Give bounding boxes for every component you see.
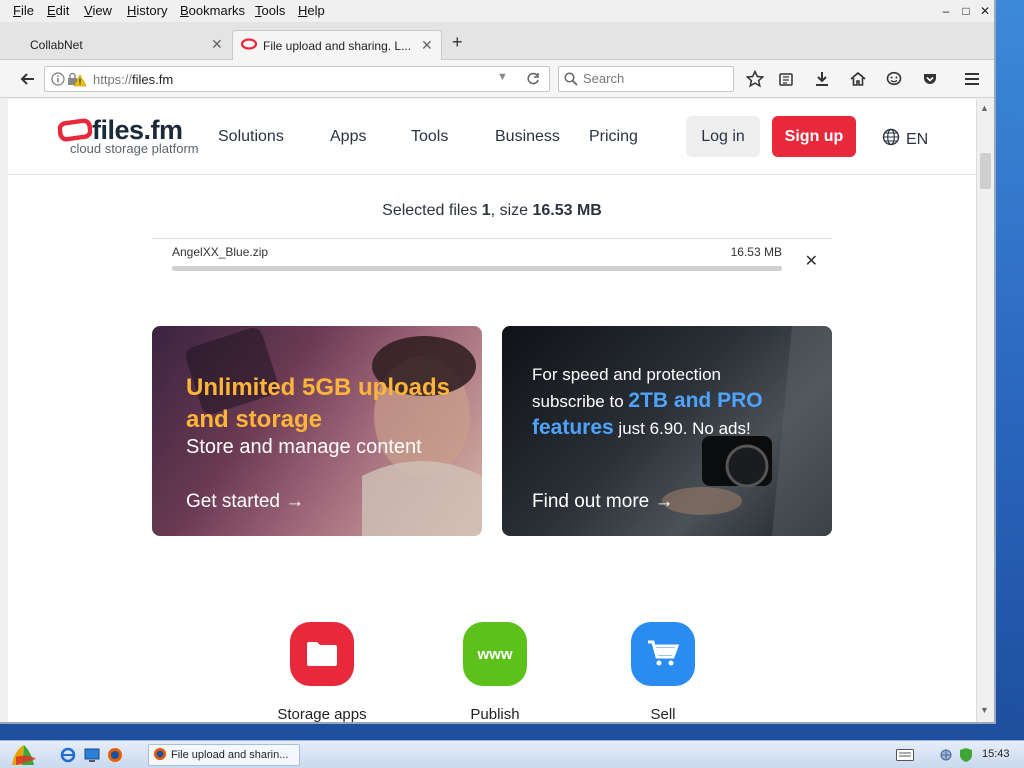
- menu-bar: File Edit View History Bookmarks Tools H…: [0, 0, 994, 22]
- tab-strip: CollabNet ✕ File upload and sharing. L..…: [0, 22, 994, 60]
- downloads-icon[interactable]: [811, 68, 833, 90]
- www-icon[interactable]: www: [463, 622, 527, 686]
- nav-business[interactable]: Business: [495, 128, 560, 146]
- cart-icon[interactable]: [631, 622, 695, 686]
- security-shield-icon[interactable]: [958, 747, 974, 768]
- taskbar-task-label: File upload and sharin...: [171, 749, 289, 761]
- promo-headline: Unlimited 5GB uploads and storage: [186, 374, 451, 433]
- minimize-icon[interactable]: –: [938, 4, 954, 18]
- new-tab-icon[interactable]: +: [452, 32, 463, 53]
- file-size: 16.53 MB: [730, 245, 782, 259]
- language-label: EN: [906, 130, 929, 148]
- taskbar: File upload and sharin... 15:43: [0, 740, 1024, 768]
- upload-progress-bar: [172, 266, 782, 271]
- tab-close-icon[interactable]: ✕: [421, 37, 433, 54]
- tab-files-fm[interactable]: File upload and sharing. L... ✕: [232, 30, 442, 60]
- tab-label: CollabNet: [30, 38, 83, 52]
- get-started-link[interactable]: Get started →: [186, 491, 304, 513]
- globe-icon: [882, 128, 900, 151]
- internet-explorer-icon[interactable]: [60, 747, 76, 768]
- menu-tools[interactable]: Tools: [255, 3, 285, 18]
- arrow-right-icon: →: [654, 491, 674, 512]
- nav-tools[interactable]: Tools: [411, 128, 448, 146]
- nav-apps[interactable]: Apps: [330, 128, 366, 146]
- nav-solutions[interactable]: Solutions: [218, 128, 284, 146]
- menu-hamburger-icon[interactable]: [961, 68, 983, 90]
- vertical-scrollbar[interactable]: ▲ ▼: [976, 99, 994, 722]
- url-dropdown-icon[interactable]: ▼: [497, 71, 508, 83]
- promo-card-pro[interactable]: For speed and protection subscribe to 2T…: [502, 326, 832, 536]
- home-icon[interactable]: [847, 68, 869, 90]
- feature-label: Publish: [470, 706, 520, 722]
- menu-bookmarks[interactable]: Bookmarks: [180, 3, 245, 18]
- find-out-more-link[interactable]: Find out more →: [532, 491, 674, 513]
- feature-storage-apps[interactable]: Storage apps: [252, 622, 392, 722]
- remove-file-icon[interactable]: ✕: [805, 251, 818, 271]
- show-desktop-icon[interactable]: [84, 747, 100, 768]
- browser-window: File Edit View History Bookmarks Tools H…: [0, 0, 996, 724]
- scrollbar-thumb[interactable]: [980, 153, 991, 189]
- signup-button[interactable]: Sign up: [772, 116, 856, 157]
- files-fm-favicon-icon: [240, 38, 258, 50]
- folder-icon[interactable]: [290, 622, 354, 686]
- bookmark-star-icon[interactable]: [744, 68, 766, 90]
- selected-files-summary: Selected files 1, size 16.53 MB: [382, 202, 602, 219]
- search-bar[interactable]: [558, 66, 734, 92]
- promo-subtitle: Store and manage content: [186, 436, 422, 458]
- navigation-bar: https://files.fm ▼: [0, 60, 994, 98]
- insecure-lock-warning-icon[interactable]: [67, 71, 87, 92]
- file-name: AngelXX_Blue.zip: [172, 245, 269, 259]
- menu-edit[interactable]: Edit: [47, 3, 69, 18]
- keyboard-icon[interactable]: [896, 748, 914, 766]
- start-button-icon[interactable]: [8, 743, 40, 768]
- maximize-icon[interactable]: □: [958, 4, 974, 18]
- feature-sell[interactable]: Sell: [593, 622, 733, 722]
- taskbar-task-firefox[interactable]: File upload and sharin...: [148, 744, 300, 766]
- arrow-right-icon: →: [285, 491, 305, 512]
- search-icon: [564, 72, 578, 91]
- firefox-icon[interactable]: [107, 747, 123, 768]
- taskbar-clock: 15:43: [982, 748, 1010, 760]
- page-viewport: files.fm cloud storage platform Solution…: [8, 99, 976, 722]
- menu-view[interactable]: View: [84, 3, 112, 18]
- url-text: https://files.fm: [93, 72, 174, 87]
- network-icon[interactable]: [940, 747, 956, 768]
- tab-label: File upload and sharing. L...: [263, 39, 412, 53]
- brand-tagline: cloud storage platform: [70, 141, 199, 156]
- tab-close-icon[interactable]: ✕: [211, 36, 223, 53]
- feature-publish[interactable]: www Publish: [425, 622, 565, 722]
- chat-icon[interactable]: [883, 68, 905, 90]
- language-selector[interactable]: EN: [882, 128, 928, 151]
- search-input[interactable]: [583, 71, 729, 86]
- nav-pricing[interactable]: Pricing: [589, 128, 638, 146]
- promo-pro-text: For speed and protection subscribe to 2T…: [532, 365, 763, 439]
- back-icon[interactable]: [17, 68, 39, 90]
- info-icon[interactable]: [51, 72, 65, 91]
- promo-card-unlimited[interactable]: Unlimited 5GB uploads and storage Store …: [152, 326, 482, 536]
- close-window-icon[interactable]: ✕: [977, 4, 993, 18]
- feature-label: Storage apps: [277, 706, 367, 722]
- menu-history[interactable]: History: [127, 3, 167, 18]
- scroll-up-icon[interactable]: ▲: [980, 103, 989, 113]
- site-header: files.fm cloud storage platform Solution…: [8, 99, 976, 175]
- file-list-item: AngelXX_Blue.zip 16.53 MB ✕: [152, 238, 832, 278]
- tab-collabnet[interactable]: CollabNet ✕: [8, 30, 230, 60]
- scroll-down-icon[interactable]: ▼: [980, 705, 989, 715]
- www-icon-text: www: [477, 645, 513, 663]
- menu-help[interactable]: Help: [298, 3, 325, 18]
- reload-icon[interactable]: [522, 68, 544, 90]
- files-fm-logo[interactable]: files.fm cloud storage platform: [57, 115, 208, 159]
- firefox-icon: [153, 747, 167, 764]
- url-bar[interactable]: https://files.fm ▼: [44, 66, 550, 92]
- feature-label: Sell: [650, 706, 676, 722]
- reading-list-icon[interactable]: [775, 68, 797, 90]
- login-button[interactable]: Log in: [686, 116, 760, 157]
- menu-file[interactable]: File: [13, 3, 34, 18]
- upload-progress-fill: [172, 266, 782, 271]
- pocket-icon[interactable]: [919, 68, 941, 90]
